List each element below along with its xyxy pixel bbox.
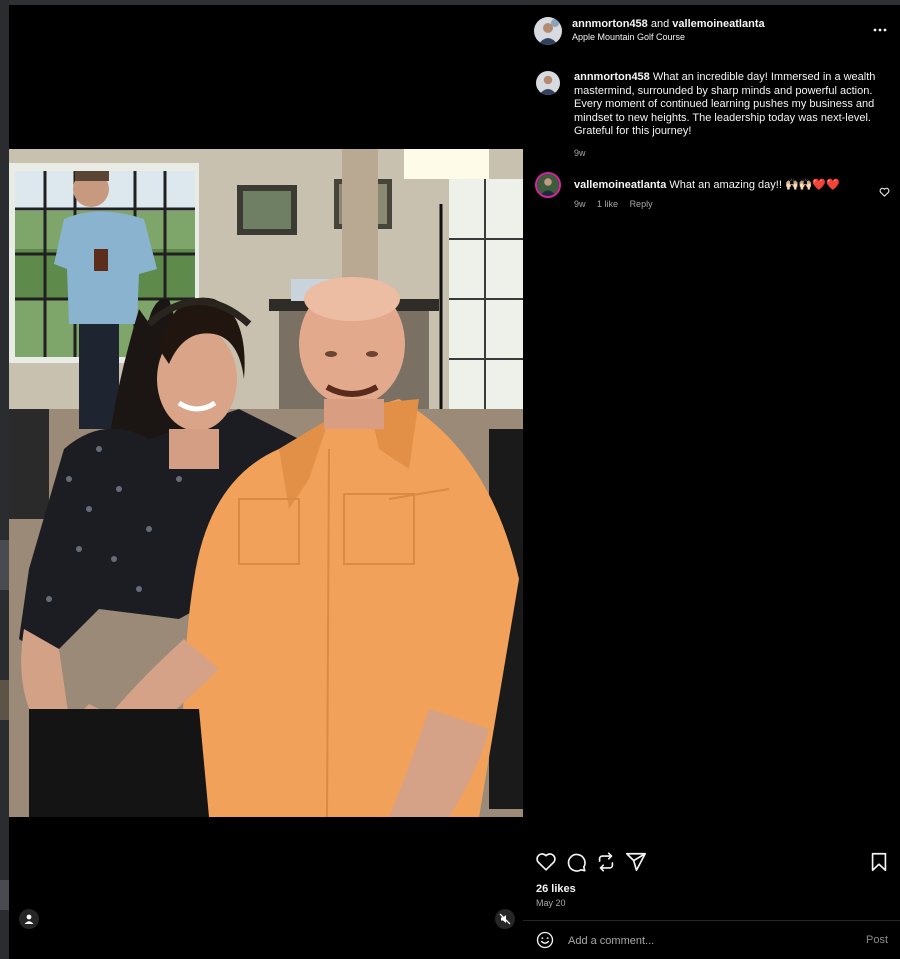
- avatar-image: [534, 17, 562, 45]
- user-icon: [24, 914, 34, 924]
- avatar-image: [537, 174, 559, 196]
- post-header: annmorton458 and vallemoineatlanta Apple…: [523, 5, 900, 55]
- comment-text: vallemoineatlanta What an amazing day!! …: [574, 179, 870, 193]
- bookmark-icon: [871, 852, 887, 872]
- avatar-image: [536, 71, 560, 95]
- comment-like-count[interactable]: 1 like: [597, 199, 618, 209]
- comment-input[interactable]: [566, 930, 840, 952]
- backdrop-ghost: [0, 540, 9, 590]
- like-button[interactable]: [535, 851, 557, 873]
- photo-illustration: [9, 149, 523, 817]
- share-button[interactable]: [625, 851, 647, 873]
- comment-item: vallemoineatlanta What an amazing day!! …: [523, 171, 900, 211]
- comment-button[interactable]: [565, 851, 587, 873]
- mute-button[interactable]: [495, 909, 515, 929]
- mute-icon: [499, 913, 511, 925]
- more-icon: [873, 28, 887, 32]
- post-comment-button[interactable]: Post: [866, 934, 888, 946]
- comment-username[interactable]: vallemoineatlanta: [574, 179, 666, 191]
- backdrop-ghost: [0, 680, 9, 720]
- post-info-pane: annmorton458 and vallemoineatlanta Apple…: [523, 5, 900, 959]
- backdrop-ghost: [0, 880, 9, 910]
- backdrop-left-edge: [0, 0, 9, 959]
- post-authors: annmorton458 and vallemoineatlanta: [572, 17, 765, 31]
- media-pane: [9, 5, 523, 959]
- save-button[interactable]: [868, 851, 890, 873]
- commenter-avatar[interactable]: [535, 172, 561, 198]
- heart-icon: [536, 853, 556, 871]
- collaborator-username[interactable]: vallemoineatlanta: [672, 18, 764, 30]
- comment-time[interactable]: 9w: [574, 199, 586, 209]
- more-options-button[interactable]: [872, 23, 888, 35]
- caption-meta: 9w: [574, 148, 595, 158]
- emoji-button[interactable]: [536, 931, 554, 949]
- author-avatar[interactable]: [534, 17, 562, 45]
- emoji-icon: [536, 931, 554, 949]
- share-icon: [626, 852, 646, 872]
- post-photo[interactable]: [9, 149, 523, 817]
- comment-body: What an amazing day!! 🙌🏻🙌🏻❤️❤️: [669, 179, 840, 191]
- author-username[interactable]: annmorton458: [572, 18, 648, 30]
- caption-time[interactable]: 9w: [574, 148, 586, 158]
- repost-button[interactable]: [595, 851, 617, 873]
- caption-username[interactable]: annmorton458: [574, 71, 650, 83]
- comment-reply-button[interactable]: Reply: [630, 199, 653, 209]
- user-tag-button[interactable]: [19, 909, 39, 929]
- add-comment-bar: Post: [523, 921, 900, 959]
- caption-text: annmorton458 What an incredible day! Imm…: [574, 71, 886, 139]
- caption: annmorton458 What an incredible day! Imm…: [523, 69, 900, 159]
- action-bar: [535, 851, 890, 873]
- repost-icon: [598, 852, 614, 872]
- comment-meta: 9w 1 like Reply: [574, 199, 662, 209]
- like-count[interactable]: 26 likes: [536, 883, 576, 895]
- post-location[interactable]: Apple Mountain Golf Course: [572, 32, 685, 42]
- caption-avatar[interactable]: [536, 71, 560, 95]
- author-joiner: and: [650, 18, 670, 30]
- comment-icon: [567, 853, 586, 872]
- post-date[interactable]: May 20: [536, 898, 566, 908]
- heart-icon: [879, 187, 890, 197]
- comment-like-button[interactable]: [879, 184, 890, 202]
